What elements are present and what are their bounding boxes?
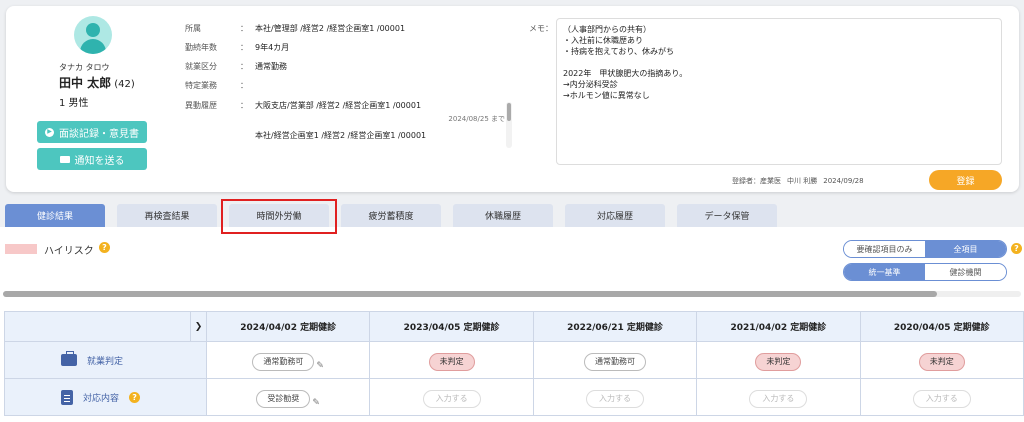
- briefcase-icon: [61, 351, 77, 366]
- table-cell: 通常勤務可: [532, 341, 698, 379]
- help-icon[interactable]: ?: [99, 242, 110, 253]
- row-header-work-judgment: 就業判定: [4, 341, 207, 379]
- expand-chevron-icon[interactable]: ❯: [190, 311, 207, 342]
- registrar-info: 登録者：産業医 中川 利勝 2024/09/28: [732, 177, 864, 185]
- tab-leave-history[interactable]: 休職履歴: [453, 204, 553, 227]
- register-button[interactable]: 登録: [929, 170, 1002, 190]
- input-pill[interactable]: 入力する: [422, 390, 481, 408]
- info-row-worktype: 就業区分：通常勤務: [185, 62, 287, 71]
- table-horizontal-scrollbar[interactable]: [3, 291, 1021, 297]
- judgment-pill[interactable]: 通常勤務可: [252, 353, 315, 371]
- table-cell: 入力する: [696, 378, 861, 416]
- table-cell: 入力する: [859, 378, 1024, 416]
- unified-standard-option[interactable]: 統一基準: [844, 264, 925, 280]
- judgment-pill[interactable]: 未判定: [755, 353, 802, 371]
- column-header: 2020/04/05 定期健診: [859, 311, 1024, 342]
- info-row-dept: 所属：本社/管理部 /経営2 /経営企画室1 /00001: [185, 24, 406, 33]
- employee-profile-card: タナカ タロウ 田中 太郎 (42) 1 男性 ▶ 面談記録・意見書 通知を送る …: [6, 6, 1019, 192]
- high-risk-swatch: [5, 244, 37, 254]
- table-row-work-judgment: 就業判定 通常勤務可 ✎ 未判定 通常勤務可 未判定 未判定: [4, 341, 1024, 379]
- column-header: 2022/06/21 定期健診: [532, 311, 698, 342]
- memo-textarea[interactable]: （人事部門からの共有） ・入社前に休職歴あり ・持病を抱えており、休みがち 20…: [556, 18, 1002, 165]
- info-row-history: 異動履歴：大阪支店/営業部 /経営2 /経営企画室1 /00001: [185, 101, 422, 110]
- table-cell: 通常勤務可 ✎: [205, 341, 371, 379]
- info-row-special: 特定業務：: [185, 81, 248, 90]
- response-help-icon[interactable]: ?: [129, 391, 141, 403]
- table-cell: 受診勧奨 ✎: [205, 378, 371, 416]
- table-corner-cell: [4, 311, 191, 342]
- tab-fatigue[interactable]: 疲労蓄積度: [341, 204, 441, 227]
- item-filter-toggle: 要確認項目のみ 全項目: [843, 240, 1007, 258]
- judgment-pill[interactable]: 通常勤務可: [583, 353, 646, 371]
- input-pill[interactable]: 入力する: [749, 390, 808, 408]
- play-circle-icon: ▶: [45, 127, 54, 137]
- pencil-icon[interactable]: ✎: [312, 398, 320, 408]
- memo-label: メモ：: [529, 24, 553, 33]
- info-row-tenure: 勤続年数： 9年4カ月: [185, 43, 290, 52]
- input-pill[interactable]: 入力する: [585, 390, 644, 408]
- needs-check-only-option[interactable]: 要確認項目のみ: [844, 241, 925, 257]
- table-cell: 未判定: [369, 341, 534, 379]
- pencil-icon[interactable]: ✎: [316, 361, 324, 371]
- clinic-standard-option[interactable]: 健診機関: [925, 264, 1006, 280]
- table-cell: 入力する: [532, 378, 698, 416]
- input-pill[interactable]: 入力する: [912, 390, 971, 408]
- tab-checkup-results[interactable]: 健診結果: [5, 204, 105, 227]
- info-row-history-2: 本社/経営企画室1 /経営2 /経営企画室1 /00001: [255, 131, 427, 140]
- tab-recheck-results[interactable]: 再検査結果: [117, 204, 217, 227]
- judgment-pill[interactable]: 未判定: [918, 353, 965, 371]
- all-items-option[interactable]: 全項目: [925, 241, 1006, 257]
- info-row-history-date: 2024/08/25 まで: [448, 115, 505, 123]
- table-header-row: ❯ 2024/04/02 定期健診 2023/04/05 定期健診 2022/0…: [4, 311, 1024, 342]
- send-notification-button[interactable]: 通知を送る: [37, 148, 147, 170]
- mail-icon: [59, 155, 70, 163]
- employee-sex: 1 男性: [59, 98, 89, 109]
- clipboard-icon: [61, 389, 73, 405]
- avatar-icon: [74, 16, 112, 54]
- checkup-table: ❯ 2024/04/02 定期健診 2023/04/05 定期健診 2022/0…: [4, 311, 1024, 416]
- judgment-pill[interactable]: 未判定: [428, 353, 475, 371]
- name-kana: タナカ タロウ: [59, 63, 110, 72]
- response-pill[interactable]: 受診勧奨: [256, 390, 311, 408]
- column-header: 2024/04/02 定期健診: [205, 311, 371, 342]
- history-scrollbar-thumb[interactable]: [507, 103, 511, 121]
- standard-toggle: 統一基準 健診機関: [843, 263, 1007, 281]
- column-header: 2023/04/05 定期健診: [369, 311, 534, 342]
- interview-record-button[interactable]: ▶ 面談記録・意見書: [37, 121, 147, 143]
- highlight-overtime-tab: [221, 199, 337, 234]
- table-cell: 入力する: [369, 378, 534, 416]
- filter-help-icon[interactable]: ?: [1011, 243, 1022, 254]
- table-scrollbar-thumb[interactable]: [3, 291, 937, 297]
- tab-data-storage[interactable]: データ保管: [677, 204, 777, 227]
- high-risk-label: ハイリスク: [44, 246, 94, 257]
- employee-name: 田中 太郎 (42): [59, 76, 135, 90]
- table-cell: 未判定: [696, 341, 861, 379]
- row-header-response: 対応内容?: [4, 378, 207, 416]
- column-header: 2021/04/02 定期健診: [696, 311, 861, 342]
- table-row-response: 対応内容? 受診勧奨 ✎ 入力する 入力する 入力する 入力する: [4, 378, 1024, 416]
- tab-response-history[interactable]: 対応履歴: [565, 204, 665, 227]
- table-cell: 未判定: [859, 341, 1024, 379]
